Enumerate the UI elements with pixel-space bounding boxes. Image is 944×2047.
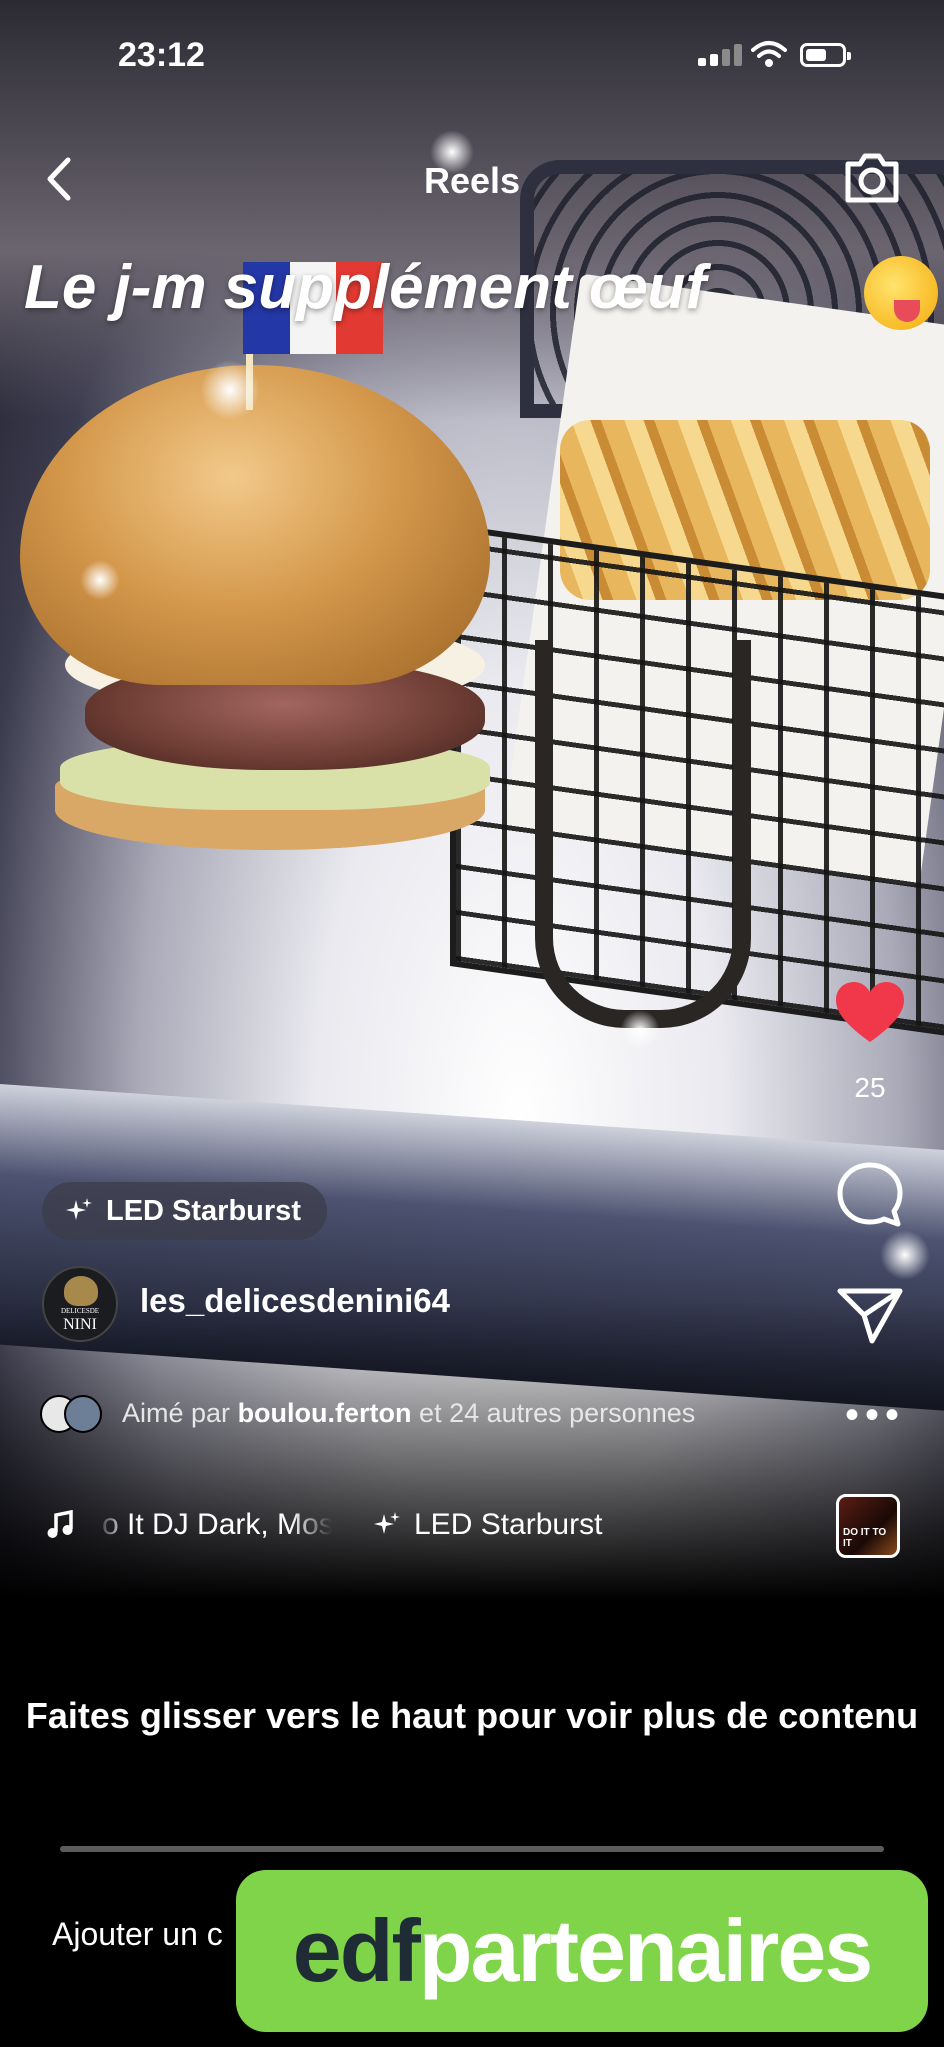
comment-input[interactable]: Ajouter un c bbox=[52, 1916, 223, 1953]
effect-chip[interactable]: LED Starburst bbox=[42, 1182, 327, 1240]
wifi-icon bbox=[751, 41, 787, 67]
audio-effect[interactable]: LED Starburst bbox=[372, 1508, 602, 1542]
liker-avatar bbox=[64, 1395, 102, 1433]
avatar-crest bbox=[64, 1276, 98, 1306]
audio-row[interactable]: o It DJ Dark, Mos LED Starburst bbox=[46, 1508, 602, 1542]
battery-icon bbox=[800, 43, 851, 67]
sparkle bbox=[200, 360, 260, 420]
bottom-fade bbox=[0, 1300, 944, 1600]
sparkle-icon bbox=[374, 1512, 400, 1534]
status-bar: 23:12 bbox=[0, 0, 944, 110]
liked-by-user[interactable]: boulou.ferton bbox=[238, 1398, 412, 1428]
swipe-up-prompt: Faites glisser vers le haut pour voir pl… bbox=[25, 1695, 919, 1736]
reel-caption: Le j-m supplément œuf bbox=[24, 253, 706, 322]
audio-thumbnail[interactable]: DO IT TO IT bbox=[836, 1494, 900, 1558]
audio-effect-label: LED Starburst bbox=[414, 1508, 603, 1541]
liked-by-avatars bbox=[40, 1395, 112, 1433]
liked-by-suffix: et 24 autres personnes bbox=[419, 1398, 696, 1428]
camera-icon[interactable] bbox=[840, 146, 904, 210]
signal-icon bbox=[698, 44, 742, 66]
liked-by-text[interactable]: Aimé par boulou.ferton et 24 autres pers… bbox=[122, 1395, 722, 1431]
reel-video[interactable] bbox=[0, 0, 944, 1600]
banner-text-partenaires: partenaires bbox=[418, 1901, 873, 2000]
sparkle bbox=[880, 1230, 930, 1280]
heart-icon[interactable] bbox=[832, 980, 908, 1046]
likes-count: 25 bbox=[854, 1072, 886, 1103]
banner-text-edf: edf bbox=[292, 1901, 421, 2000]
user-avatar[interactable]: DELICESDE NINI bbox=[42, 1266, 118, 1342]
music-icon bbox=[47, 1510, 73, 1538]
comment-icon[interactable] bbox=[832, 1160, 908, 1230]
avatar-text-bottom: NINI bbox=[63, 1316, 97, 1333]
edf-partenaires-banner: edf partenaires bbox=[236, 1870, 928, 2032]
more-options-icon[interactable]: ••• bbox=[845, 1395, 905, 1435]
effect-chip-label: LED Starburst bbox=[106, 1194, 301, 1227]
username[interactable]: les_delicesdenini64 bbox=[140, 1282, 450, 1320]
comment-bar-divider bbox=[60, 1846, 884, 1852]
sparkle bbox=[80, 560, 120, 600]
basket-handle bbox=[535, 640, 751, 1028]
avatar-text-top: DELICESDE bbox=[60, 1307, 100, 1315]
status-time: 23:12 bbox=[118, 36, 205, 74]
sparkle-icon bbox=[66, 1198, 92, 1220]
audio-track[interactable]: o It DJ Dark, Mos bbox=[102, 1508, 332, 1542]
sparkle bbox=[620, 1010, 660, 1050]
yum-emoji bbox=[864, 256, 938, 330]
audio-thumbnail-text: DO IT TO IT bbox=[843, 1527, 887, 1549]
liked-by-prefix: Aimé par bbox=[122, 1398, 231, 1428]
share-icon[interactable] bbox=[832, 1283, 908, 1347]
page-title: Reels bbox=[423, 160, 521, 201]
